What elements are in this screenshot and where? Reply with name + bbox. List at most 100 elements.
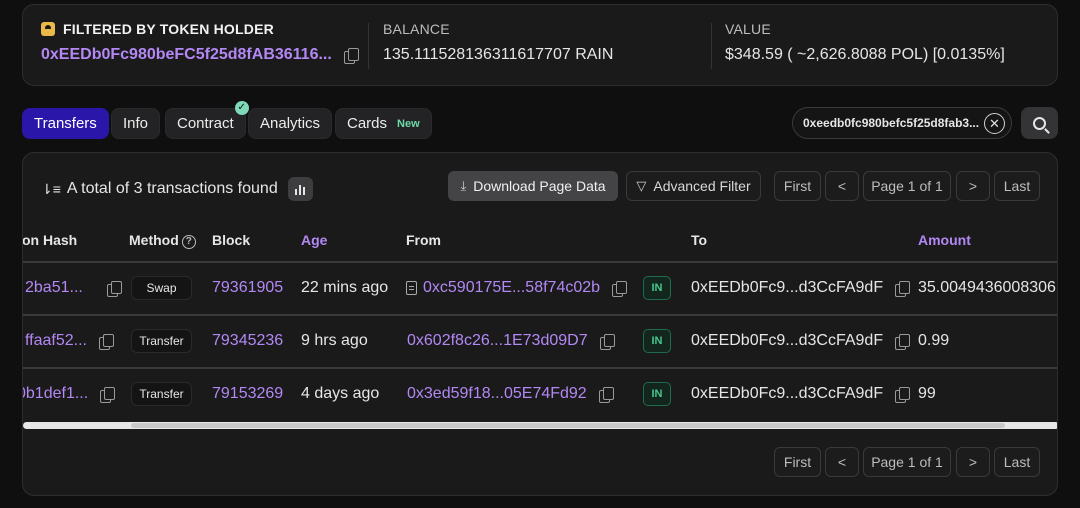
- from-address-link[interactable]: 0x602f8c26...1E73d09D7: [407, 332, 588, 350]
- address-filter-value: 0xeedb0fc980befc5f25d8fab3...: [803, 116, 980, 130]
- bar-chart-icon: [303, 187, 306, 195]
- tab-label: Analytics: [260, 115, 321, 132]
- last-page-button[interactable]: Last: [994, 447, 1040, 477]
- chart-view-button[interactable]: [287, 177, 313, 201]
- to-address: 0xEEDb0Fc9...d3CcFA9dF: [691, 332, 884, 349]
- copy-icon[interactable]: [598, 386, 614, 403]
- copy-icon[interactable]: [599, 333, 615, 350]
- divider: [711, 23, 712, 69]
- next-page-button[interactable]: >: [956, 447, 990, 477]
- copy-icon[interactable]: [100, 386, 116, 403]
- header-from: From: [406, 232, 441, 248]
- page-text: Page 1 of 1: [871, 454, 943, 470]
- block-link[interactable]: 79361905: [212, 262, 283, 314]
- balance-value: 135.111528136311617707 RAIN: [383, 46, 614, 63]
- tx-hash-cell: 2ba51...: [25, 262, 122, 314]
- next-page-button[interactable]: >: [956, 171, 990, 201]
- direction-cell: IN: [643, 315, 671, 367]
- header-age[interactable]: Age: [301, 232, 327, 248]
- copy-icon[interactable]: [895, 333, 911, 350]
- download-page-data-button[interactable]: ⤓ Download Page Data: [448, 171, 618, 201]
- tx-hash-link[interactable]: 0b1def1...: [23, 385, 88, 403]
- total-text: A total of 3 transactions found: [66, 180, 278, 197]
- advanced-filter-button[interactable]: ▽ Advanced Filter: [626, 171, 761, 201]
- tx-hash-link[interactable]: 2ba51...: [25, 279, 83, 297]
- page-text: Page 1 of 1: [871, 178, 943, 194]
- in-badge: IN: [643, 329, 671, 353]
- address-filter-input[interactable]: 0xeedb0fc980befc5f25d8fab3... ✕: [792, 107, 1012, 139]
- first-label: First: [783, 454, 812, 470]
- tab-label: Contract: [177, 115, 234, 132]
- tab-contract[interactable]: Contract ✓: [165, 101, 249, 139]
- age-cell: 22 mins ago: [301, 279, 389, 296]
- holder-address-row: 0xEEDb0Fc980beFC5f25d8fAB36116...: [41, 46, 359, 64]
- header-amount[interactable]: Amount: [918, 232, 971, 248]
- verified-check-icon: ✓: [234, 101, 249, 115]
- filter-label: Advanced Filter: [653, 178, 751, 194]
- table-row: ffaaf52... Transfer 79345236 9 hrs ago 0…: [23, 315, 1057, 367]
- tab-cards[interactable]: Cards New: [335, 108, 432, 139]
- transactions-card: ⇂≡ A total of 3 transactions found ⤓ Dow…: [22, 152, 1058, 496]
- method-badge: Transfer: [131, 382, 192, 406]
- page-indicator: Page 1 of 1: [863, 447, 951, 477]
- horizontal-scrollbar[interactable]: [23, 422, 1057, 429]
- copy-icon[interactable]: [895, 280, 911, 297]
- to-address: 0xEEDb0Fc9...d3CcFA9dF: [691, 385, 884, 402]
- last-label: Last: [1003, 178, 1031, 194]
- sort-icon: ⇂≡: [41, 180, 61, 197]
- copy-icon[interactable]: [895, 386, 911, 403]
- copy-icon[interactable]: [612, 280, 628, 297]
- prev-page-button[interactable]: <: [825, 171, 859, 201]
- clear-filter-button[interactable]: ✕: [984, 113, 1005, 134]
- to-cell: 0xEEDb0Fc9...d3CcFA9dF: [691, 262, 911, 314]
- from-cell: 0x602f8c26...1E73d09D7: [407, 315, 615, 367]
- to-address: 0xEEDb0Fc9...d3CcFA9dF: [691, 279, 884, 296]
- from-address-link[interactable]: 0x3ed59f18...05E74Fd92: [407, 385, 587, 403]
- age-cell: 9 hrs ago: [301, 332, 368, 349]
- tx-hash-link[interactable]: ffaaf52...: [25, 332, 87, 350]
- chevron-left-icon: <: [837, 178, 847, 194]
- method-badge: Transfer: [131, 329, 192, 353]
- first-page-button[interactable]: First: [774, 171, 821, 201]
- from-cell: 0x3ed59f18...05E74Fd92: [407, 368, 614, 420]
- balance-label: BALANCE: [383, 21, 450, 37]
- filter-icon: ▽: [636, 178, 647, 193]
- from-address-link[interactable]: 0xc590175E...58f74c02b: [423, 279, 600, 297]
- direction-cell: IN: [643, 368, 671, 420]
- search-button[interactable]: [1021, 107, 1058, 139]
- copy-icon[interactable]: [106, 280, 122, 297]
- in-badge: IN: [643, 382, 671, 406]
- block-link[interactable]: 79345236: [212, 315, 283, 367]
- last-page-button[interactable]: Last: [994, 171, 1040, 201]
- contract-file-icon: [406, 281, 417, 295]
- prev-page-button[interactable]: <: [825, 447, 859, 477]
- tab-transfers[interactable]: Transfers: [22, 108, 109, 139]
- tab-analytics[interactable]: Analytics: [248, 108, 333, 139]
- copy-icon[interactable]: [98, 333, 114, 350]
- bar-chart-icon: [295, 189, 298, 195]
- holder-address-link[interactable]: 0xEEDb0Fc980beFC5f25d8fAB36116...: [41, 46, 332, 64]
- tab-label: Info: [123, 115, 149, 132]
- holder-section: FILTERED BY TOKEN HOLDER 0xEEDb0Fc980beF…: [41, 21, 359, 64]
- scrollbar-thumb[interactable]: [131, 423, 1005, 428]
- search-icon: [1033, 116, 1046, 130]
- help-icon[interactable]: ?: [181, 235, 196, 249]
- tab-label: Transfers: [34, 115, 97, 132]
- table-row: 2ba51... Swap 79361905 22 mins ago 0xc59…: [23, 262, 1057, 314]
- balance-section: BALANCE 135.111528136311617707 RAIN: [383, 21, 613, 64]
- value-label: VALUE: [725, 21, 771, 37]
- block-link[interactable]: 79153269: [212, 368, 283, 420]
- to-cell: 0xEEDb0Fc9...d3CcFA9dF: [691, 368, 911, 420]
- tx-hash-cell: ffaaf52...: [25, 315, 114, 367]
- in-badge: IN: [643, 276, 671, 300]
- first-page-button[interactable]: First: [774, 447, 821, 477]
- new-badge: New: [397, 117, 420, 130]
- from-cell: 0xc590175E...58f74c02b: [406, 262, 628, 314]
- header-block: Block: [212, 232, 251, 248]
- header-transaction-hash: on Hash: [22, 232, 78, 248]
- copy-icon[interactable]: [343, 47, 359, 64]
- tab-info[interactable]: Info: [111, 108, 161, 139]
- chevron-right-icon: >: [968, 454, 978, 470]
- page-indicator: Page 1 of 1: [863, 171, 951, 201]
- tab-label: Cards: [347, 115, 388, 132]
